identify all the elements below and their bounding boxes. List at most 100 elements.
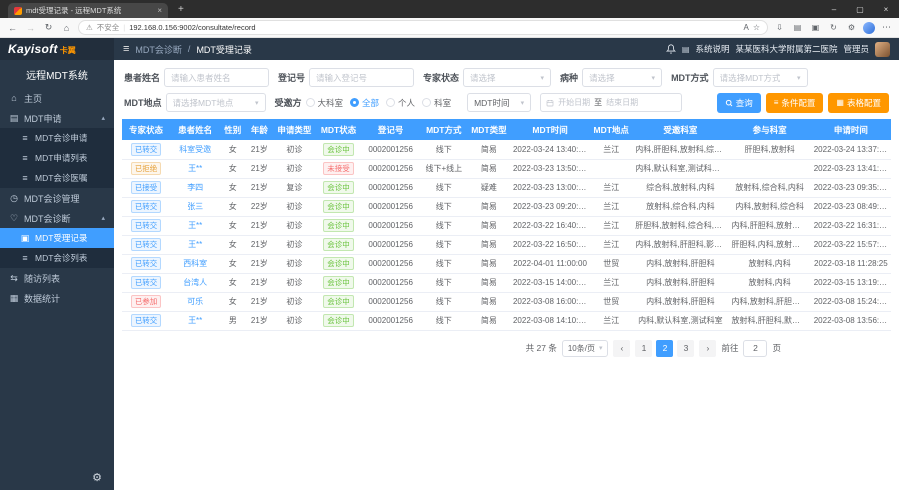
extension-icon[interactable]: ▤ bbox=[791, 23, 804, 32]
extension-icon[interactable]: ▣ bbox=[809, 23, 822, 32]
new-tab-button[interactable]: + bbox=[178, 4, 184, 15]
date-range-picker[interactable]: 开始日期 至 结束日期 bbox=[540, 93, 682, 112]
table-config-button[interactable]: ▦ 表格配置 bbox=[828, 93, 889, 113]
read-aloud-icon[interactable]: A bbox=[743, 23, 748, 32]
sidebar-item-mdt-apply[interactable]: ▤MDT申请▴ bbox=[0, 108, 114, 128]
extension-icon[interactable]: ⚙ bbox=[845, 23, 858, 32]
expert-status-label: 专家状态 bbox=[423, 71, 459, 84]
expert-status-select[interactable]: 请选择 ▾ bbox=[463, 68, 551, 87]
goto-page-input[interactable] bbox=[743, 340, 767, 357]
patient-name-link[interactable]: 西科室 bbox=[183, 259, 207, 268]
patient-name-link[interactable]: 台湾人 bbox=[183, 278, 207, 287]
extension-icon[interactable]: ⇩ bbox=[773, 23, 786, 32]
sidebar-item-mdt-diagnosis[interactable]: ♡MDT会诊断▴ bbox=[0, 208, 114, 228]
forward-button[interactable]: → bbox=[24, 23, 37, 33]
cell-mdt_time: 2022-03-22 16:40:00 bbox=[510, 216, 590, 235]
extension-icon[interactable]: ↻ bbox=[827, 23, 840, 32]
sidebar-item-mdt-consult-order[interactable]: ≡MDT会诊医嘱 bbox=[0, 168, 114, 188]
expert_status-badge: 已拒绝 bbox=[131, 162, 162, 175]
cell-mdt_time: 2022-03-08 16:00:00 bbox=[510, 292, 590, 311]
refresh-button[interactable]: ↻ bbox=[42, 22, 55, 33]
condition-config-button[interactable]: ≡ 条件配置 bbox=[766, 93, 824, 113]
browser-menu-icon[interactable]: ⋯ bbox=[880, 22, 893, 33]
mdt-time-select[interactable]: MDT时间 ▾ bbox=[467, 93, 531, 112]
cell-mdt_type: 简易 bbox=[468, 273, 510, 292]
cell-apply_type: 初诊 bbox=[273, 159, 315, 178]
chevron-down-icon: ▾ bbox=[793, 74, 801, 82]
filter-row-1: 患者姓名 登记号 专家状态 请选择 ▾ bbox=[124, 65, 889, 90]
select-placeholder: 请选择 bbox=[589, 72, 615, 84]
browser-profile-avatar[interactable] bbox=[863, 22, 875, 34]
favorite-star-icon[interactable]: ☆ bbox=[753, 23, 760, 32]
invited-radio-1[interactable]: 大科室 bbox=[306, 97, 344, 109]
sidebar-item-mdt-apply-list[interactable]: ≡MDT申请列表 bbox=[0, 148, 114, 168]
disease-select[interactable]: 请选择 ▾ bbox=[582, 68, 662, 87]
cell-gender: 女 bbox=[220, 235, 245, 254]
cell-joined_depts: 肝胆科,放射科 bbox=[729, 140, 811, 159]
hamburger-icon[interactable]: ≡ bbox=[123, 43, 129, 55]
page-button-1[interactable]: 1 bbox=[635, 340, 652, 357]
page-size-select[interactable]: 10条/页 ▾ bbox=[562, 340, 609, 357]
patient-name-input[interactable] bbox=[164, 68, 269, 87]
minimize-button[interactable]: – bbox=[821, 0, 847, 18]
mdt_status-badge: 会诊中 bbox=[323, 276, 354, 289]
page-button-2[interactable]: 2 bbox=[656, 340, 673, 357]
patient-name-link[interactable]: 王** bbox=[188, 221, 202, 230]
close-button[interactable]: × bbox=[873, 0, 899, 18]
cell-reg_no: 0002001256 bbox=[362, 254, 420, 273]
sidebar-item-mdt-consult-list[interactable]: ≡MDT会诊列表 bbox=[0, 248, 114, 268]
cell-reg_no: 0002001256 bbox=[362, 178, 420, 197]
patient-name-link[interactable]: 王** bbox=[188, 240, 202, 249]
expert_status-badge: 已转交 bbox=[131, 219, 162, 232]
invited-radio-2[interactable]: 全部 bbox=[350, 97, 379, 109]
system-doc-link[interactable]: 系统说明 bbox=[695, 43, 729, 55]
invited-radio-4[interactable]: 科室 bbox=[422, 97, 451, 109]
patient-name-link[interactable]: 王** bbox=[188, 316, 202, 325]
cell-gender: 女 bbox=[220, 273, 245, 292]
column-header-joined_depts: 参与科室 bbox=[729, 119, 811, 140]
tab-close-icon[interactable]: × bbox=[157, 6, 162, 15]
page-button-3[interactable]: 3 bbox=[677, 340, 694, 357]
cell-mdt_time: 2022-03-08 14:10:00 bbox=[510, 311, 590, 330]
patient-name-link[interactable]: 可乐 bbox=[187, 297, 203, 306]
sidebar-item-mdt-manage[interactable]: ◷MDT会诊管理 bbox=[0, 188, 114, 208]
home-button[interactable]: ⌂ bbox=[60, 23, 73, 33]
next-page-button[interactable]: › bbox=[699, 340, 716, 357]
sidebar-item-statistics[interactable]: ▦数据统计 bbox=[0, 288, 114, 308]
search-button[interactable]: 查询 bbox=[717, 93, 761, 113]
app-logo: Kayisoft 卡翼 bbox=[0, 38, 114, 60]
radio-label: 全部 bbox=[362, 97, 379, 109]
sidebar-item-label: MDT申请 bbox=[24, 112, 62, 125]
logo-text: Kayisoft bbox=[8, 42, 58, 56]
mdt-place-select[interactable]: 请选择MDT地点 ▾ bbox=[166, 93, 266, 112]
notification-bell-icon[interactable] bbox=[666, 44, 676, 54]
sidebar-item-label: MDT申请列表 bbox=[35, 152, 87, 164]
chevron-down-icon: ▾ bbox=[595, 344, 603, 352]
address-bar[interactable]: ⚠ 不安全 | 192.168.0.156:9002/consultate/re… bbox=[78, 20, 768, 35]
mdt-mode-select[interactable]: 请选择MDT方式 ▾ bbox=[713, 68, 808, 87]
settings-gear-icon[interactable]: ⚙ bbox=[92, 471, 102, 484]
registration-no-input[interactable] bbox=[309, 68, 414, 87]
prev-page-button[interactable]: ‹ bbox=[613, 340, 630, 357]
patient-name-link[interactable]: 科室受邀 bbox=[179, 145, 211, 154]
back-button[interactable]: ← bbox=[6, 23, 19, 33]
browser-tab[interactable]: mdt受理记录 - 远程MDT系统 × bbox=[8, 3, 168, 18]
invited-party-filter: 受邀方 大科室全部个人科室 bbox=[275, 96, 459, 109]
patient-name-link[interactable]: 李四 bbox=[187, 183, 203, 192]
expert_status-badge: 已转交 bbox=[131, 276, 162, 289]
sidebar-item-mdt-record[interactable]: ▣MDT受理记录 bbox=[0, 228, 114, 248]
registration-no-label: 登记号 bbox=[278, 71, 305, 84]
patient-name-link[interactable]: 王** bbox=[188, 164, 202, 173]
pagination-total: 共 27 条 bbox=[526, 342, 557, 354]
invited-radio-3[interactable]: 个人 bbox=[386, 97, 415, 109]
patient-name-link[interactable]: 张三 bbox=[187, 202, 203, 211]
user-avatar[interactable] bbox=[875, 42, 890, 57]
chevron-down-icon: ▾ bbox=[648, 74, 656, 82]
column-header-reg_no: 登记号 bbox=[362, 119, 420, 140]
user-role[interactable]: 管理员 bbox=[843, 43, 869, 55]
sidebar-item-followup-list[interactable]: ⇆随访列表 bbox=[0, 268, 114, 288]
sidebar-item-mdt-consult-apply[interactable]: ≡MDT会诊申请 bbox=[0, 128, 114, 148]
expert_status-badge: 已转交 bbox=[131, 238, 162, 251]
maximize-button[interactable]: ▢ bbox=[847, 0, 873, 18]
sidebar-item-home[interactable]: ⌂主页 bbox=[0, 88, 114, 108]
